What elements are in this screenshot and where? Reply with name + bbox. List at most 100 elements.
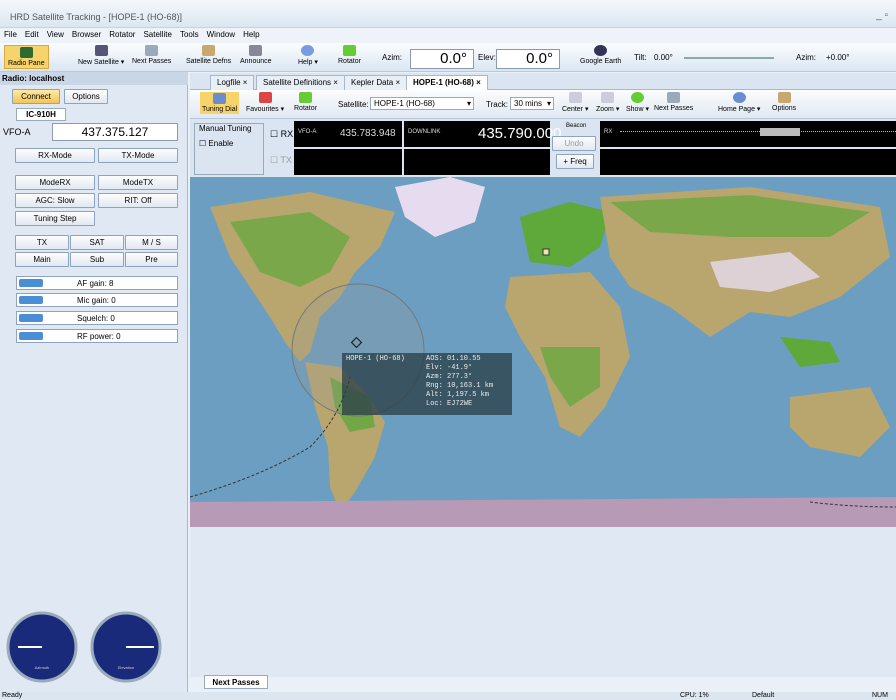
main-toolbar: Radio Pane New Satellite ▾ Next Passes S… [0, 43, 896, 72]
mode-tx-button[interactable]: ModeTX [98, 175, 178, 190]
tilt-slider[interactable] [684, 57, 774, 59]
tab-satellite-definitions[interactable]: Satellite Definitions × [256, 75, 345, 90]
menu-satellite[interactable]: Satellite [139, 28, 175, 41]
popup-loc: Loc: EJ72WE [426, 400, 473, 408]
next-passes-sub-button[interactable]: Next Passes [654, 92, 693, 112]
tuning-dial-button[interactable]: Tuning Dial [200, 92, 240, 114]
home-icon [732, 92, 746, 103]
menu-rotator[interactable]: Rotator [105, 28, 139, 41]
dial-icon [213, 93, 227, 104]
tab-kepler-data[interactable]: Kepler Data × [344, 75, 408, 90]
menu-view[interactable]: View [43, 28, 68, 41]
azim2-label: Azim: [796, 53, 816, 62]
tab-ic910h[interactable]: IC-910H [16, 108, 66, 121]
tab-logfile[interactable]: Logfile × [210, 75, 255, 90]
help-icon [301, 45, 315, 56]
tab-next-passes[interactable]: Next Passes [204, 675, 268, 689]
menu-window[interactable]: Window [203, 28, 239, 41]
menu-edit[interactable]: Edit [21, 28, 43, 41]
options-button[interactable]: Options [64, 89, 108, 104]
tuning-step-button[interactable]: Tuning Step [15, 211, 95, 226]
tx-display-left [294, 149, 402, 175]
rotator-button[interactable]: Rotator [338, 45, 361, 65]
mic-gain-slider[interactable]: Mic gain: 0 [16, 293, 178, 307]
radio-pane-header: Radio: localhost [0, 72, 188, 85]
cpu-usage: CPU: 1% [680, 692, 709, 699]
center-icon [568, 92, 582, 103]
zoom-button[interactable]: Zoom ▾ [596, 92, 619, 113]
squelch-knob[interactable] [19, 314, 43, 322]
af-gain-knob[interactable] [19, 279, 43, 287]
center-button[interactable]: Center ▾ [562, 92, 588, 113]
rf-power-slider[interactable]: RF power: 0 [16, 329, 178, 343]
google-earth-button[interactable]: Google Earth [580, 45, 621, 65]
satellite-icon [94, 45, 108, 56]
rx-mode-button[interactable]: RX-Mode [15, 148, 95, 163]
world-map[interactable] [190, 177, 896, 527]
menu-file[interactable]: File [0, 28, 21, 41]
radio-pane-button[interactable]: Radio Pane [4, 45, 49, 69]
passes-icon [667, 92, 681, 103]
tx-mode-button[interactable]: TX-Mode [98, 148, 178, 163]
rx-scale[interactable]: RX [600, 121, 896, 147]
num-lock-indicator: NUM [872, 692, 888, 699]
pre-button[interactable]: Pre [125, 252, 178, 267]
sub-button[interactable]: Sub [70, 252, 124, 267]
downlink-value: 435.790.000 [478, 125, 562, 142]
enable-checkbox[interactable]: ☐ Enable [199, 139, 263, 148]
options-sub-button[interactable]: Options [772, 92, 796, 112]
main-button[interactable]: Main [15, 252, 69, 267]
satellite-label: Satellite: [338, 100, 369, 109]
azim-value[interactable]: 0.0° [410, 49, 474, 69]
vfo-value[interactable]: 437.375.127 [52, 123, 178, 141]
announce-button[interactable]: Announce [240, 45, 272, 65]
azim-label: Azim: [382, 53, 402, 62]
popup-elv: Elv: -41.9° [426, 364, 473, 372]
passes-icon [145, 45, 159, 56]
track-select[interactable]: 30 mins ▾ [510, 97, 554, 110]
rotator-sub-button[interactable]: Rotator [294, 92, 317, 112]
tracking-toolbar: Tuning Dial Favourites ▾ Rotator Satelli… [190, 90, 896, 119]
menu-help[interactable]: Help [239, 28, 263, 41]
beacon-label: Beacon [566, 123, 587, 129]
new-satellite-button[interactable]: New Satellite ▾ [78, 45, 124, 66]
rx-checkbox[interactable]: ☐ RX [270, 129, 293, 140]
minimize-icon[interactable]: _ ▫ [876, 10, 888, 21]
rx-scale-marker[interactable] [760, 128, 800, 136]
zoom-icon [601, 92, 615, 103]
heart-icon [258, 92, 272, 103]
rotator-icon [342, 45, 356, 56]
tx-checkbox[interactable]: ☐ TX [270, 155, 292, 166]
help-button[interactable]: Help ▾ [298, 45, 318, 66]
globe-icon [594, 45, 608, 56]
home-page-button[interactable]: Home Page ▾ [718, 92, 760, 113]
agc-button[interactable]: AGC: Slow [15, 193, 95, 208]
menu-browser[interactable]: Browser [68, 28, 105, 41]
manual-tuning-group: Manual Tuning ☐ Enable [194, 123, 264, 175]
menu-tools[interactable]: Tools [176, 28, 203, 41]
rf-power-knob[interactable] [19, 332, 43, 340]
ms-button[interactable]: M / S [125, 235, 178, 250]
popup-alt: Alt: 1,197.5 km [426, 391, 490, 399]
undo-button[interactable]: Undo [552, 136, 596, 151]
next-passes-button[interactable]: Next Passes [132, 45, 171, 65]
tx-button[interactable]: TX [15, 235, 69, 250]
window-title: HRD Satellite Tracking - [HOPE-1 (HO-68)… [10, 12, 183, 22]
tab-hope1[interactable]: HOPE-1 (HO-68) × [406, 75, 488, 90]
title-bar: HRD Satellite Tracking - [HOPE-1 (HO-68)… [0, 0, 896, 28]
chevron-down-icon: ▾ [546, 99, 551, 108]
connect-button[interactable]: Connect [12, 89, 60, 104]
show-button[interactable]: Show ▾ [626, 92, 649, 113]
favourites-button[interactable]: Favourites ▾ [246, 92, 284, 113]
satellite-select[interactable]: HOPE-1 (HO-68) ▾ [370, 97, 474, 110]
mode-rx-button[interactable]: ModeRX [15, 175, 95, 190]
mic-gain-knob[interactable] [19, 296, 43, 304]
rit-button[interactable]: RIT: Off [98, 193, 178, 208]
elev-value[interactable]: 0.0° [496, 49, 560, 69]
squelch-slider[interactable]: Squelch: 0 [16, 311, 178, 325]
freq-button[interactable]: + Freq [556, 154, 594, 169]
sat-button[interactable]: SAT [70, 235, 124, 250]
tx-scale [600, 149, 896, 175]
af-gain-slider[interactable]: AF gain: 8 [16, 276, 178, 290]
satellite-defns-button[interactable]: Satellite Defns [186, 45, 231, 65]
